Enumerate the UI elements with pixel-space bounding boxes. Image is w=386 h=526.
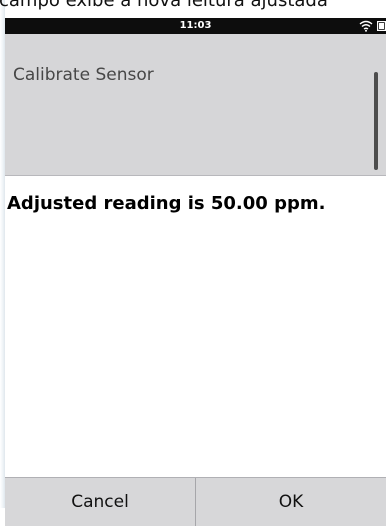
background-document-text: campo exibe a nova leitura ajustada xyxy=(0,0,328,11)
adjusted-reading-message: Adjusted reading is 50.00 ppm. xyxy=(7,193,326,214)
device-screen: 11:03 Calibrate Sensor Adjusted reading … xyxy=(5,18,386,526)
dialog-title: Calibrate Sensor xyxy=(13,65,154,85)
ok-button[interactable]: OK xyxy=(195,478,386,526)
status-time: 11:03 xyxy=(179,20,212,31)
header-scrollbar[interactable] xyxy=(374,72,378,170)
dialog-button-bar: Cancel OK xyxy=(5,477,386,526)
dialog-header: Calibrate Sensor xyxy=(5,34,386,176)
cancel-button[interactable]: Cancel xyxy=(5,478,195,526)
dialog-body: Adjusted reading is 50.00 ppm. xyxy=(5,176,386,477)
status-bar: 11:03 xyxy=(5,18,386,34)
wifi-icon xyxy=(359,20,373,32)
battery-icon xyxy=(377,21,386,31)
